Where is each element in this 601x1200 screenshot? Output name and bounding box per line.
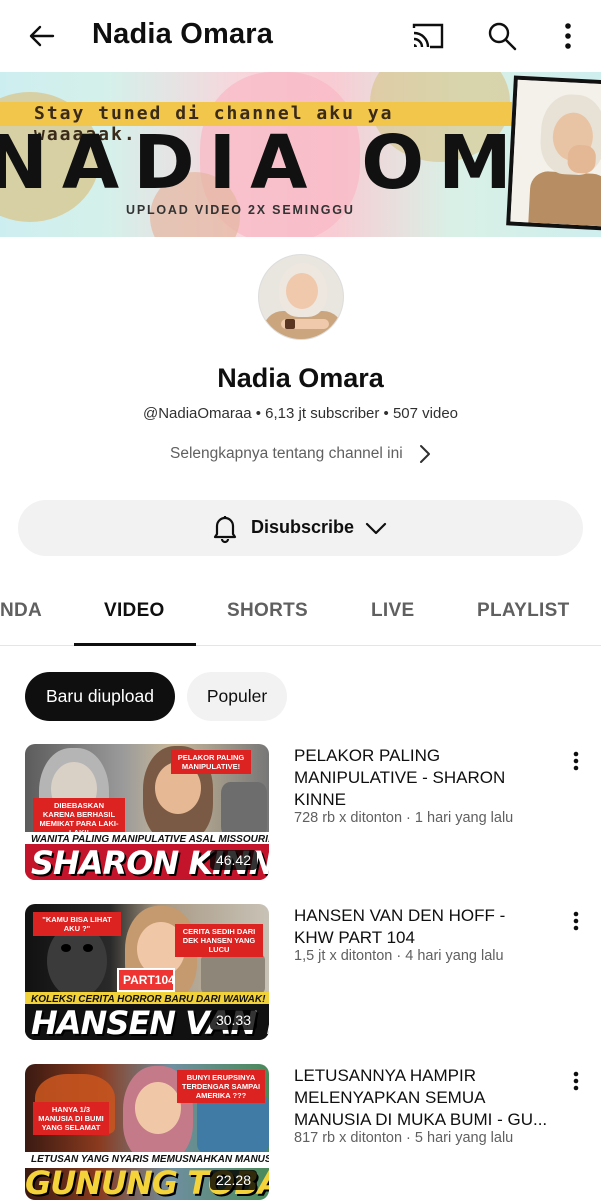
thumb-tag: "KAMU BISA LIHAT AKU ?" [33, 912, 121, 936]
active-tab-indicator [74, 643, 196, 646]
channel-name: Nadia Omara [217, 363, 384, 393]
channel-about-link[interactable]: Selengkapnya tentang channel ini [170, 445, 403, 463]
bell-icon [209, 512, 241, 544]
back-arrow-icon[interactable] [22, 16, 62, 56]
more-vert-icon[interactable] [548, 16, 588, 56]
thumb-tag: BUNYI ERUPSINYA TERDENGAR SAMPAI AMERIKA… [177, 1070, 265, 1103]
thumb-tag: CERITA SEDIH DARI DEK HANSEN YANG LUCU [175, 924, 263, 957]
tab-beranda[interactable]: NDA [0, 600, 42, 622]
video-thumbnail[interactable]: "KAMU BISA LIHAT AKU ?" CERITA SEDIH DAR… [25, 904, 269, 1040]
video-title[interactable]: PELAKOR PALING MANIPULATIVE - SHARON KIN… [294, 745, 548, 811]
subscribe-label: Disubscribe [251, 517, 355, 537]
chip-latest[interactable]: Baru diupload [25, 672, 175, 721]
channel-title: Nadia Omara [92, 18, 274, 50]
tab-live[interactable]: LIVE [371, 600, 414, 622]
video-thumbnail[interactable]: HANYA 1/3 MANUSIA DI BUMI YANG SELAMAT B… [25, 1064, 269, 1200]
thumb-tag: HANYA 1/3 MANUSIA DI BUMI YANG SELAMAT [33, 1102, 109, 1135]
subscribed-button[interactable]: Disubscribe [18, 500, 583, 556]
chevron-right-icon[interactable] [414, 443, 436, 465]
tab-shorts[interactable]: SHORTS [227, 600, 308, 622]
banner-photo [506, 75, 601, 231]
search-icon[interactable] [482, 16, 522, 56]
video-list-item[interactable]: HANYA 1/3 MANUSIA DI BUMI YANG SELAMAT B… [0, 1064, 601, 1200]
video-duration: 22.28 [209, 1170, 257, 1190]
video-meta: 728 rb x ditonton · 1 hari yang lalu [294, 810, 514, 826]
video-duration: 30.33 [209, 1010, 257, 1030]
video-duration: 46.42 [209, 850, 257, 870]
tab-playlist[interactable]: PLAYLIST [477, 600, 570, 622]
more-vert-icon[interactable] [563, 1068, 589, 1094]
more-vert-icon[interactable] [563, 748, 589, 774]
cast-icon[interactable] [408, 16, 448, 56]
video-thumbnail[interactable]: DIBEBASKAN KARENA BERHASIL MEMIKAT PARA … [25, 744, 269, 880]
thumb-tag: PELAKOR PALING MANIPULATIVE! [171, 750, 251, 774]
video-list-item[interactable]: DIBEBASKAN KARENA BERHASIL MEMIKAT PARA … [0, 744, 601, 884]
channel-meta: @NadiaOmaraa • 6,13 jt subscriber • 507 … [142, 405, 459, 422]
tab-video[interactable]: VIDEO [104, 600, 165, 622]
chip-popular[interactable]: Populer [187, 672, 287, 721]
channel-avatar[interactable] [258, 254, 344, 340]
more-vert-icon[interactable] [563, 908, 589, 934]
channel-banner: Stay tuned di channel aku ya waaaaak... … [0, 72, 601, 237]
video-meta: 817 rb x ditonton · 5 hari yang lalu [294, 1130, 514, 1146]
video-meta: 1,5 jt x ditonton · 4 hari yang lalu [294, 948, 504, 964]
video-title[interactable]: LETUSANNYA HAMPIR MELENYAPKAN SEMUA MANU… [294, 1065, 548, 1131]
video-title[interactable]: HANSEN VAN DEN HOFF - KHW PART 104 [294, 905, 548, 949]
video-list-item[interactable]: "KAMU BISA LIHAT AKU ?" CERITA SEDIH DAR… [0, 904, 601, 1044]
top-app-bar: Nadia Omara [0, 0, 601, 72]
thumb-part: PART104 [117, 968, 175, 993]
chevron-down-icon [364, 516, 388, 540]
channel-tabs: NDA VIDEO SHORTS LIVE PLAYLIST [0, 578, 601, 646]
banner-schedule: UPLOAD VIDEO 2X SEMINGGU [126, 203, 355, 217]
